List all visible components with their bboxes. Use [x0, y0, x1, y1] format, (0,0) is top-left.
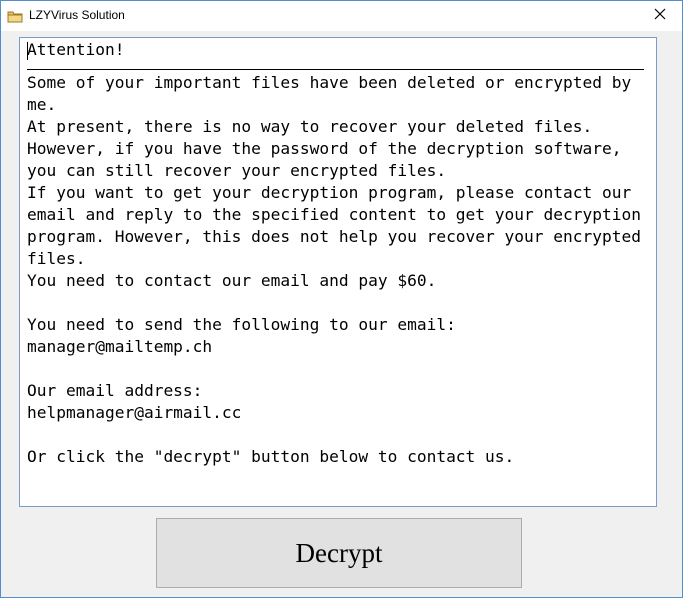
message-body: Some of your important files have been d…: [27, 73, 641, 466]
folder-icon: [7, 9, 23, 23]
decrypt-button[interactable]: Decrypt: [156, 518, 522, 588]
message-heading: Attention!: [27, 40, 125, 59]
ransom-message-textbox[interactable]: Attention! Some of your important files …: [19, 37, 657, 507]
title-bar[interactable]: LZYVirus Solution: [1, 1, 682, 31]
ransom-window: LZYVirus Solution Attention! Some of you…: [0, 0, 683, 598]
text-caret: [27, 42, 28, 60]
close-icon: [654, 7, 666, 25]
window-client-area: Attention! Some of your important files …: [1, 31, 682, 597]
window-title: LZYVirus Solution: [29, 8, 125, 22]
message-divider: [27, 69, 644, 70]
close-button[interactable]: [638, 1, 682, 31]
